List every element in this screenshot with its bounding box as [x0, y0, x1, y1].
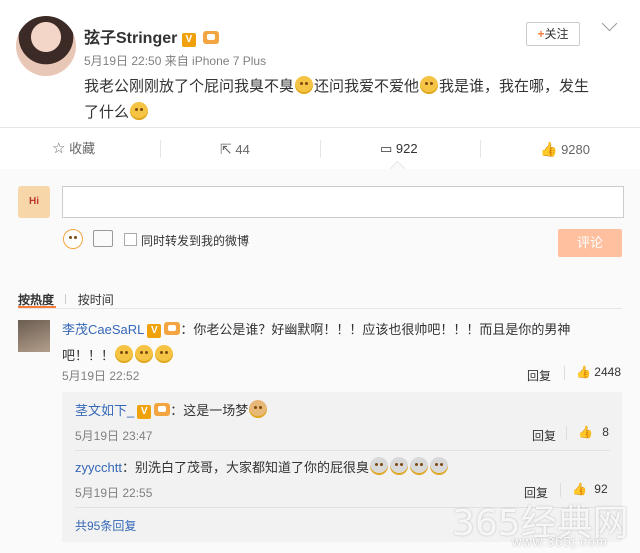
share-count: 44 — [235, 142, 250, 157]
emoji-picker-icon[interactable] — [63, 229, 83, 249]
image-icon[interactable] — [93, 230, 113, 247]
comment-like-count: 2448 — [594, 365, 621, 379]
share-button[interactable]: ⇱ 44 — [220, 128, 250, 170]
reply-time: 5月19日 22:55 — [75, 486, 153, 500]
composer-avatar: Hi — [18, 186, 50, 218]
post-text-part4: 了什么 — [84, 104, 130, 121]
reply-text: ：别洗白了茂哥，大家都知道了你的屁很臭 — [121, 460, 369, 475]
share-icon: ⇱ — [220, 141, 232, 157]
like-count: 9280 — [561, 142, 590, 157]
comment-time: 5月19日 22:52 — [62, 369, 140, 383]
comment-body: 李茂CaeSaRL V ：你老公是谁？好幽默啊！！！应该也很帅吧！！！而且是你的男神… — [62, 317, 622, 369]
reply-like-button[interactable]: 👍 8 — [578, 425, 609, 439]
laugh-cry-emoji-icon — [115, 345, 134, 363]
post-text-part1: 我老公刚刚放了个屁问我臭不臭 — [84, 78, 295, 95]
action-bar: ☆ 收藏 ⇱ 44 ▭ 922 👍 9280 — [0, 127, 640, 171]
submit-comment-button[interactable]: 评论 — [558, 229, 622, 257]
comment-text: ：你老公是谁？好幽默啊！！！应该也很帅吧！！！而且是你的男神 — [180, 322, 571, 337]
plus-icon: + — [537, 27, 545, 41]
verified-icon: V — [181, 33, 196, 47]
reply-user[interactable]: 茎文如下_ — [75, 403, 134, 418]
reply-button[interactable]: 回复 — [527, 367, 551, 384]
sort-divider — [18, 308, 622, 309]
laugh-cry-emoji-icon — [135, 345, 154, 363]
repost-checkbox[interactable] — [124, 233, 137, 246]
reply-2: zyycchtt：别洗白了茂哥，大家都知道了你的屁很臭 — [75, 457, 449, 478]
crying-emoji-icon — [130, 102, 149, 120]
watermark-url: www.365j.com — [512, 534, 608, 549]
reply-1: 茎文如下_ V ：这是一场梦 — [75, 400, 268, 421]
thumbs-up-icon: 👍 — [576, 365, 591, 379]
member-crown-icon — [154, 403, 171, 416]
member-crown-icon — [164, 322, 181, 335]
like-button[interactable]: 👍 9280 — [540, 128, 590, 170]
reply-button[interactable]: 回复 — [532, 427, 556, 444]
sort-by-time[interactable]: 按时间 — [78, 293, 114, 307]
repost-checkbox-label: 同时转发到我的微博 — [141, 234, 250, 248]
more-replies-link[interactable]: 共95条回复 — [75, 517, 136, 534]
doge-emoji-icon — [249, 400, 268, 418]
husky-emoji-icon — [369, 457, 388, 475]
favorite-button[interactable]: ☆ 收藏 — [52, 128, 95, 170]
reply-user[interactable]: zyycchtt — [75, 460, 122, 475]
post-avatar[interactable] — [16, 16, 76, 76]
thumbs-up-icon: 👍 — [578, 425, 593, 439]
chevron-down-icon[interactable] — [601, 15, 618, 32]
commenter-name[interactable]: 李茂CaeSaRL — [62, 322, 144, 337]
post-text-part2: 还问我爱不爱他 — [314, 78, 420, 95]
comment-text-cont: 吧！！！ — [62, 348, 115, 363]
comment-count: 922 — [395, 141, 418, 156]
post-text-part3: 我是谁，我在哪，发生 — [439, 78, 590, 95]
post-username[interactable]: 弦子Stringer — [84, 30, 177, 47]
comment-input[interactable] — [62, 186, 624, 218]
post-meta: 5月19日 22:50 来自 iPhone 7 Plus — [84, 54, 267, 68]
husky-emoji-icon — [429, 457, 448, 475]
follow-label: 关注 — [544, 27, 569, 41]
favorite-label: 收藏 — [69, 141, 96, 156]
verified-icon: V — [147, 324, 162, 338]
hands-emoji-icon — [295, 76, 314, 94]
star-icon: ☆ — [52, 140, 66, 157]
reply-time: 5月19日 23:47 — [75, 429, 153, 443]
comment-icon: ▭ — [380, 141, 393, 156]
member-crown-icon — [203, 31, 220, 44]
shy-emoji-icon — [420, 76, 439, 94]
reply-like-count: 8 — [602, 425, 609, 439]
commenter-avatar[interactable] — [18, 320, 50, 352]
husky-emoji-icon — [409, 457, 428, 475]
thumbs-up-icon: 👍 — [540, 141, 558, 157]
sort-by-hot[interactable]: 按热度 — [18, 293, 54, 307]
reply-text: ：这是一场梦 — [170, 403, 249, 418]
post-text: 我老公刚刚放了个屁问我臭不臭 还问我爱不爱他 我是谁，我在哪，发生 了什么 — [84, 74, 634, 126]
verified-icon: V — [137, 405, 152, 419]
husky-emoji-icon — [389, 457, 408, 475]
follow-button[interactable]: +关注 — [526, 22, 580, 46]
comment-like-button[interactable]: 👍 2448 — [576, 365, 621, 379]
laugh-cry-emoji-icon — [155, 345, 174, 363]
